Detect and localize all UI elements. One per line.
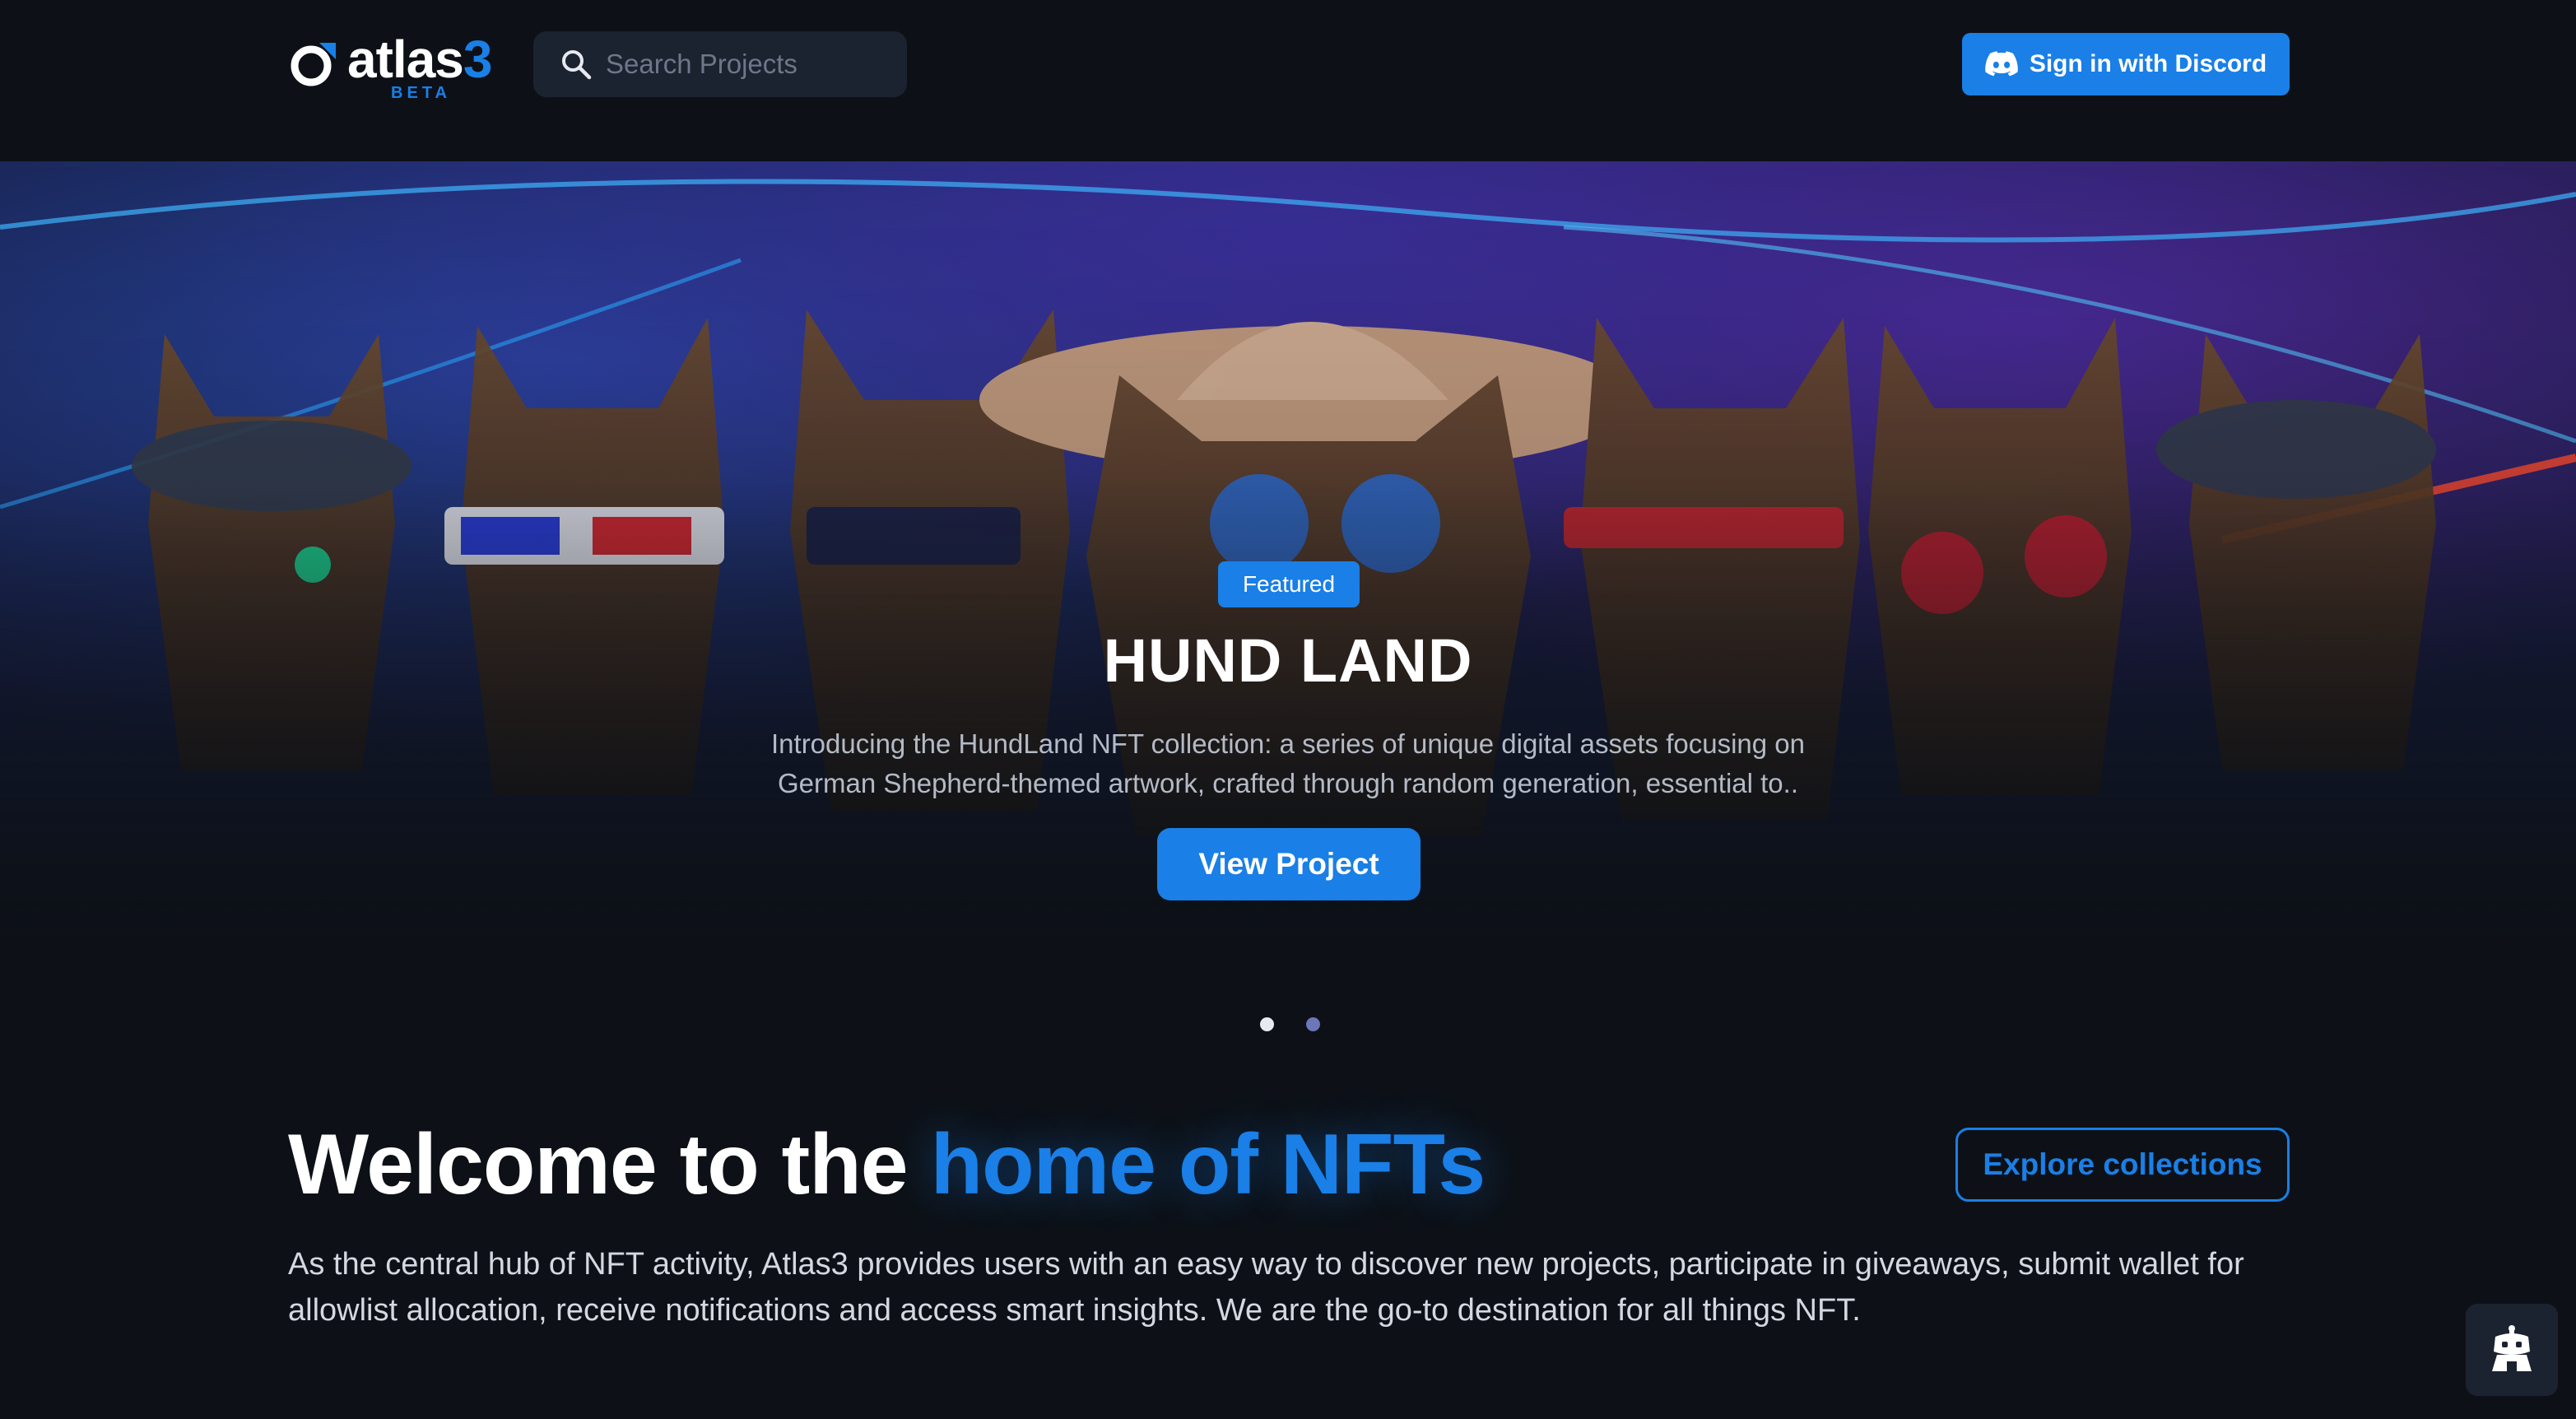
welcome-description: As the central hub of NFT activity, Atla… [288, 1247, 2244, 1328]
featured-project-description: Introducing the HundLand NFT collection:… [771, 728, 1805, 798]
view-project-button[interactable]: View Project [1157, 828, 1421, 900]
welcome-heading: Welcome to the home of NFTs [288, 1111, 1486, 1218]
robot-chat-icon [2492, 1325, 2532, 1371]
welcome-heading-highlight: home of NFTs [930, 1117, 1486, 1212]
featured-badge: Featured [1218, 561, 1360, 607]
chat-widget-button[interactable] [2466, 1304, 2558, 1396]
search-input[interactable] [606, 31, 894, 97]
beta-badge: BETA [391, 84, 451, 102]
welcome-heading-plain: Welcome to the [288, 1117, 909, 1212]
carousel-dot-1-active[interactable] [1260, 1017, 1274, 1031]
sign-in-label: Sign in with Discord [2029, 50, 2267, 77]
carousel-dot-2[interactable] [1306, 1017, 1320, 1031]
atlas3-logo[interactable]: atlas3 BETA [288, 30, 510, 102]
search-bar[interactable] [533, 31, 907, 97]
discord-icon [1985, 51, 2018, 77]
top-navigation-bar: atlas3 BETA Sign in with Discord [0, 0, 2576, 161]
featured-hero-banner: Featured HUND LAND Introducing the HundL… [0, 161, 2576, 955]
featured-project-title: HUND LAND [1103, 626, 1473, 695]
sign-in-with-discord-button[interactable]: Sign in with Discord [1962, 33, 2290, 95]
atlas3-logo-mark-icon [291, 43, 336, 86]
search-icon [562, 50, 592, 80]
explore-collections-button[interactable]: Explore collections [1955, 1128, 2290, 1202]
logo-wordmark: atlas3 [347, 30, 492, 89]
